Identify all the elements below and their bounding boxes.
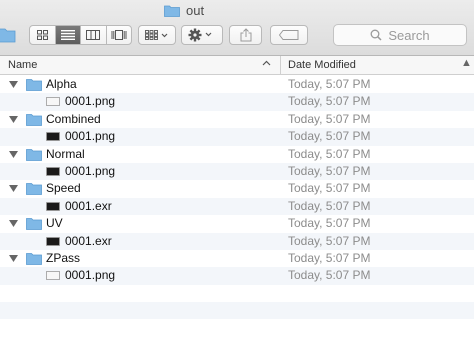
date-modified: Today, 5:07 PM bbox=[288, 250, 371, 265]
folder-name: Speed bbox=[46, 181, 81, 196]
icon-view-button[interactable] bbox=[30, 26, 56, 44]
folder-name: Alpha bbox=[46, 77, 77, 91]
date-modified: Today, 5:07 PM bbox=[288, 77, 371, 91]
disclosure-triangle-icon[interactable] bbox=[9, 220, 18, 228]
search-icon bbox=[370, 29, 382, 41]
image-file-icon bbox=[46, 167, 60, 176]
sidebar-folder-icon[interactable] bbox=[0, 26, 18, 44]
folder-icon bbox=[164, 5, 180, 17]
column-view-icon bbox=[86, 30, 101, 40]
tag-icon bbox=[279, 30, 299, 40]
folder-icon bbox=[26, 218, 42, 231]
folder-name: UV bbox=[46, 216, 63, 231]
folder-icon bbox=[26, 253, 42, 265]
share-icon bbox=[240, 28, 251, 42]
empty-row bbox=[0, 319, 474, 336]
action-button[interactable] bbox=[181, 25, 223, 45]
file-row[interactable]: 0001.png Today, 5:07 PM bbox=[0, 93, 474, 111]
file-row[interactable]: 0001.exr Today, 5:07 PM bbox=[0, 232, 474, 250]
date-modified: Today, 5:07 PM bbox=[288, 216, 371, 231]
coverflow-view-icon bbox=[111, 30, 127, 40]
file-name: 0001.png bbox=[65, 268, 116, 283]
sort-ascending-icon[interactable] bbox=[262, 60, 271, 66]
date-modified: Today, 5:07 PM bbox=[288, 146, 371, 161]
window-title-text: out bbox=[186, 3, 205, 18]
image-file-icon bbox=[46, 236, 60, 246]
search-placeholder: Search bbox=[388, 27, 430, 43]
arrange-button[interactable] bbox=[138, 25, 176, 45]
file-row[interactable]: 0001.png Today, 5:07 PM bbox=[0, 128, 474, 146]
date-modified: Today, 5:07 PM bbox=[288, 233, 371, 248]
date-modified: Today, 5:07 PM bbox=[288, 129, 371, 144]
date-modified: Today, 5:07 PM bbox=[288, 94, 371, 109]
folder-row[interactable]: UV Today, 5:07 PM bbox=[0, 215, 474, 232]
coverflow-view-button[interactable] bbox=[107, 26, 132, 44]
folder-icon bbox=[26, 79, 42, 91]
date-modified: Today, 5:07 PM bbox=[288, 111, 371, 126]
folder-icon bbox=[26, 113, 42, 126]
grid-icon bbox=[145, 30, 168, 40]
file-name: 0001.png bbox=[65, 94, 116, 109]
file-row[interactable]: 0001.png Today, 5:07 PM bbox=[0, 267, 474, 285]
list-view-icon bbox=[60, 30, 75, 40]
file-name: 0001.exr bbox=[65, 198, 112, 213]
folder-name: Normal bbox=[46, 146, 85, 161]
disclosure-triangle-icon[interactable] bbox=[9, 254, 18, 262]
folder-row[interactable]: Speed Today, 5:07 PM bbox=[0, 180, 474, 197]
file-row[interactable]: 0001.png Today, 5:07 PM bbox=[0, 162, 474, 181]
folder-icon bbox=[26, 148, 42, 161]
disclosure-triangle-icon[interactable] bbox=[9, 115, 18, 123]
image-file-icon bbox=[46, 201, 60, 211]
file-list: Alpha Today, 5:07 PM 0001.png Today, 5:07 P… bbox=[0, 76, 474, 337]
file-name: 0001.png bbox=[65, 129, 116, 144]
date-modified: Today, 5:07 PM bbox=[288, 181, 371, 196]
column-view-button[interactable] bbox=[81, 26, 107, 44]
folder-row[interactable]: Combined Today, 5:07 PM bbox=[0, 111, 474, 128]
file-name: 0001.exr bbox=[65, 233, 112, 248]
window-title: out bbox=[164, 3, 204, 18]
image-file-icon bbox=[46, 97, 60, 107]
folder-name: ZPass bbox=[46, 250, 81, 265]
empty-row bbox=[0, 302, 474, 320]
list-view-button[interactable] bbox=[55, 26, 81, 44]
column-name-header[interactable]: Name bbox=[8, 59, 37, 71]
column-divider[interactable] bbox=[280, 56, 281, 75]
tags-button[interactable] bbox=[270, 25, 308, 45]
search-field[interactable]: Search bbox=[333, 24, 467, 46]
disclosure-triangle-icon[interactable] bbox=[9, 150, 18, 158]
folder-row[interactable]: Normal Today, 5:07 PM bbox=[0, 146, 474, 163]
date-modified: Today, 5:07 PM bbox=[288, 268, 371, 283]
file-row[interactable]: 0001.exr Today, 5:07 PM bbox=[0, 197, 474, 216]
folder-name: Combined bbox=[46, 111, 101, 126]
image-file-icon bbox=[46, 132, 60, 142]
share-button[interactable] bbox=[229, 25, 262, 45]
more-columns-icon[interactable]: ▲︎ bbox=[461, 57, 472, 69]
image-file-icon bbox=[46, 271, 60, 281]
folder-row[interactable]: ZPass Today, 5:07 PM bbox=[0, 250, 474, 267]
date-modified: Today, 5:07 PM bbox=[288, 198, 371, 213]
view-mode-control bbox=[29, 25, 132, 45]
folder-icon bbox=[26, 183, 42, 196]
empty-row bbox=[0, 285, 474, 302]
column-date-header[interactable]: Date Modified bbox=[288, 59, 356, 71]
column-header: Name Date Modified ▲︎ bbox=[0, 56, 474, 75]
file-name: 0001.png bbox=[65, 163, 116, 178]
disclosure-triangle-icon[interactable] bbox=[9, 185, 18, 193]
icon-view-icon bbox=[36, 30, 48, 40]
disclosure-triangle-icon[interactable] bbox=[9, 81, 18, 88]
gear-icon bbox=[188, 28, 212, 42]
window-toolbar: out Search bbox=[0, 0, 474, 56]
date-modified: Today, 5:07 PM bbox=[288, 163, 371, 178]
folder-row[interactable]: Alpha Today, 5:07 PM bbox=[0, 76, 474, 93]
